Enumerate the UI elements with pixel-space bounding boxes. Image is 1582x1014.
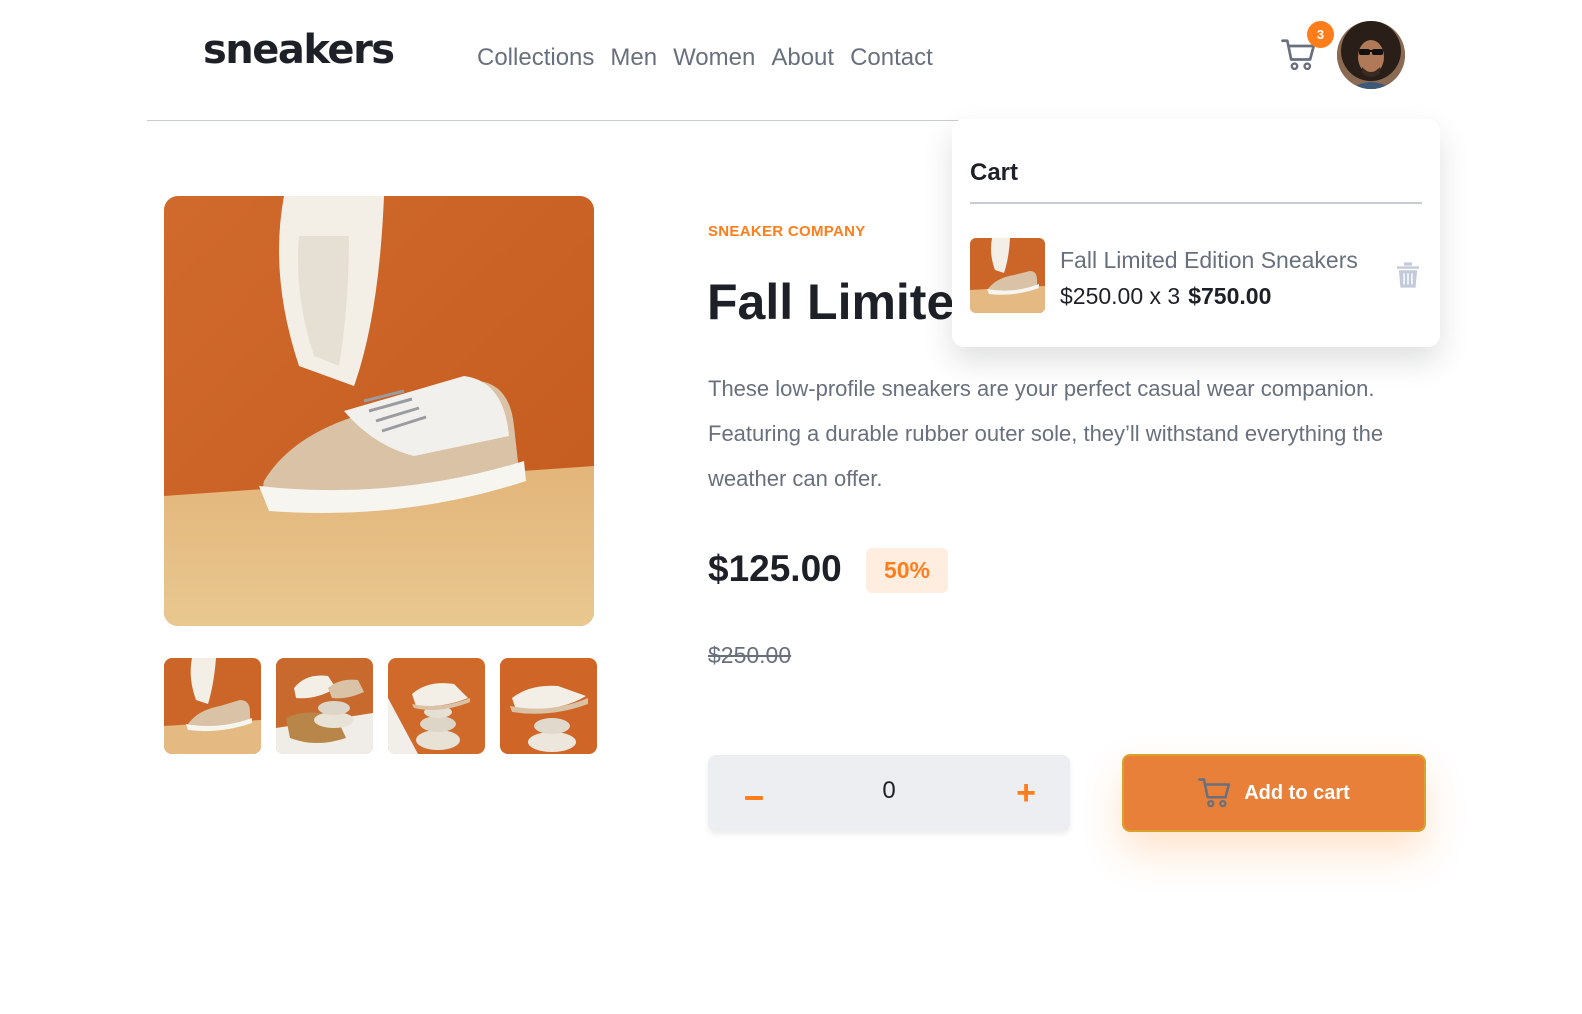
cart-icon (1198, 778, 1231, 808)
cart-item-thumbnail (970, 238, 1045, 313)
cart-count-badge: 3 (1307, 21, 1334, 48)
cart-item-pricing: $250.00 x 3 $750.00 (1060, 283, 1271, 310)
add-to-cart-button[interactable]: Add to cart (1122, 754, 1426, 832)
decrease-quantity-button[interactable] (736, 775, 772, 811)
increase-quantity-button[interactable]: + (1008, 775, 1044, 811)
trash-icon (1397, 262, 1419, 288)
nav-women[interactable]: Women (673, 44, 755, 73)
company-name: SNEAKER COMPANY (708, 223, 866, 240)
discount-badge: 50% (866, 548, 948, 593)
avatar[interactable] (1337, 21, 1405, 89)
thumbnail-4[interactable] (500, 658, 597, 754)
nav-collections[interactable]: Collections (477, 44, 594, 73)
thumbnail-3[interactable] (388, 658, 485, 754)
nav-contact[interactable]: Contact (850, 44, 933, 73)
quantity-value: 0 (882, 777, 896, 804)
current-price: $125.00 (708, 548, 842, 589)
delete-item-button[interactable] (1397, 262, 1419, 288)
cart-divider (970, 202, 1422, 204)
cart-dropdown: Cart Fall Limited Edition Sneakers $250.… (952, 119, 1440, 347)
nav-men[interactable]: Men (610, 44, 657, 73)
nav-about[interactable]: About (771, 44, 834, 73)
main-product-image[interactable] (164, 196, 594, 626)
quantity-stepper: 0 + (708, 755, 1070, 831)
site-header: sneakers Collections Men Women About Con… (147, 0, 1433, 121)
thumbnail-1[interactable] (164, 658, 261, 754)
main-nav: Collections Men Women About Contact (477, 44, 933, 73)
product-description: These low-profile sneakers are your perf… (708, 376, 1384, 491)
logo[interactable]: sneakers (203, 30, 395, 70)
cart-title: Cart (970, 159, 1019, 186)
original-price: $250.00 (708, 642, 792, 668)
cart-item-total: $750.00 (1188, 283, 1272, 309)
cart-item-name: Fall Limited Edition Sneakers (1060, 247, 1358, 273)
minus-icon (745, 796, 763, 800)
cart-item-unit: $250.00 x 3 (1060, 283, 1181, 309)
thumbnail-2[interactable] (276, 658, 373, 754)
add-to-cart-label: Add to cart (1244, 781, 1350, 804)
thumbnail-strip (164, 658, 597, 754)
plus-icon: + (1016, 774, 1036, 812)
